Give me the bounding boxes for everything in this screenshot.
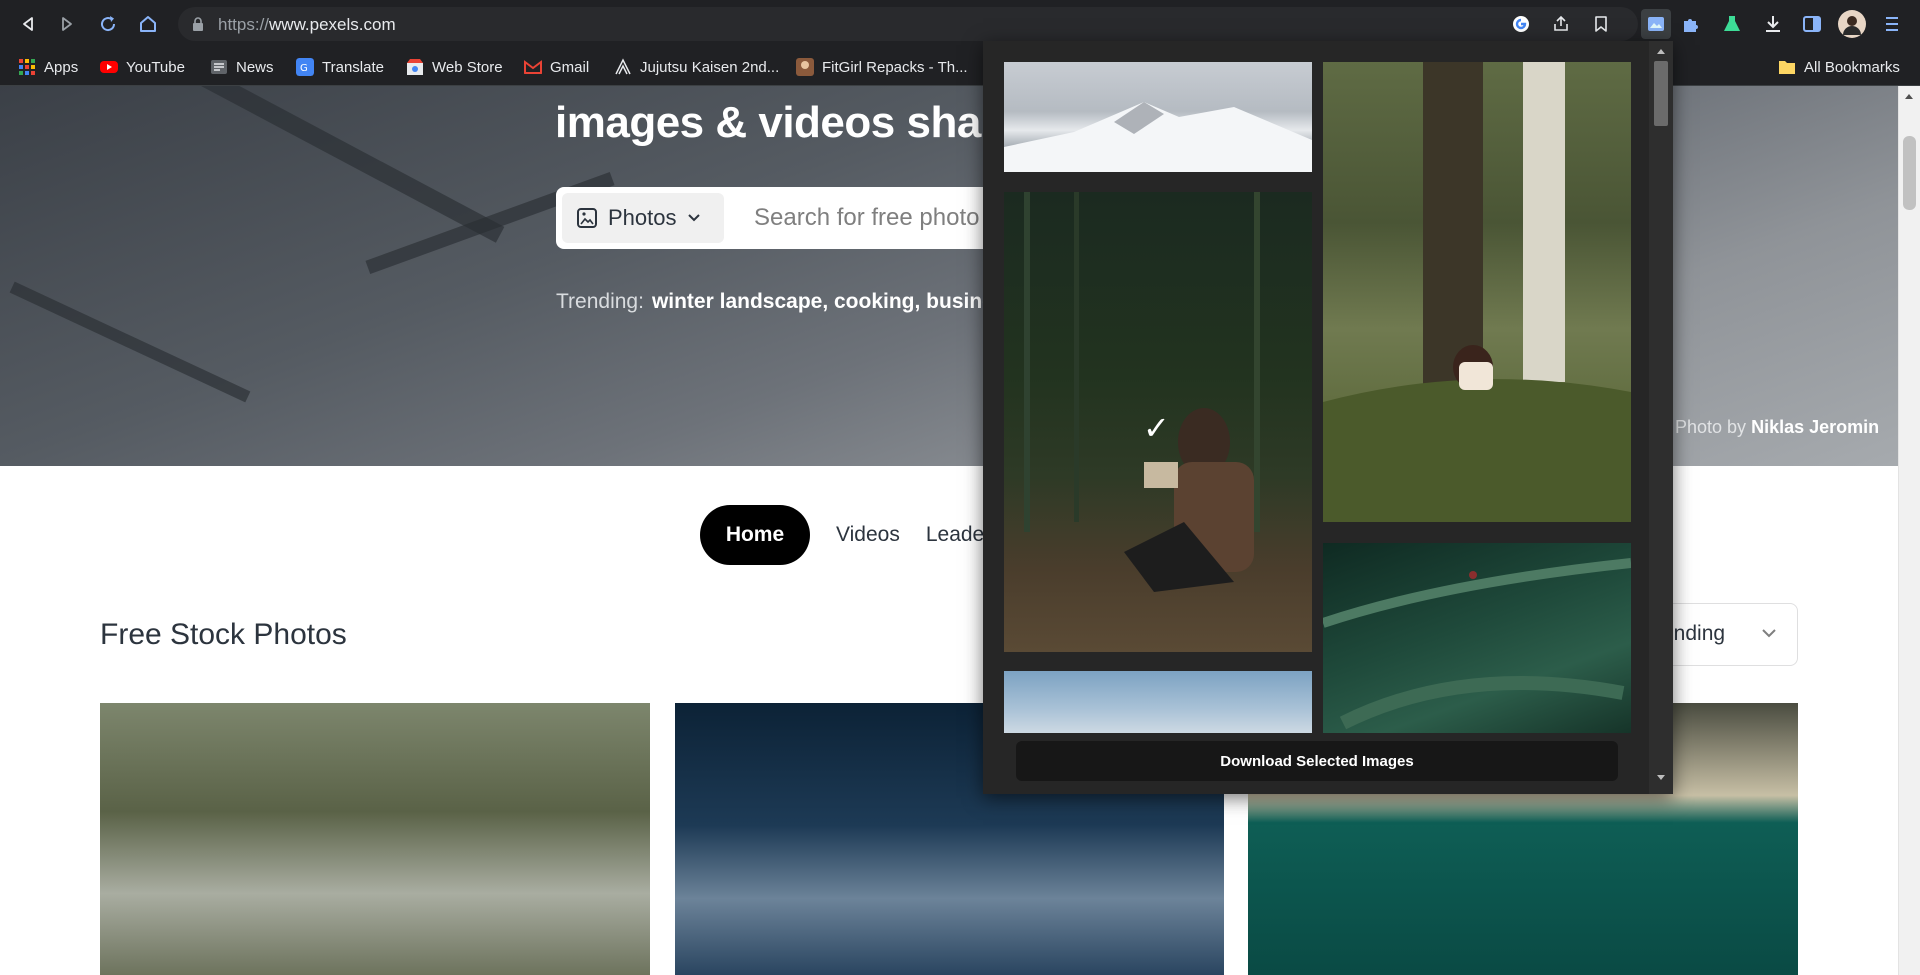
bookmark-label: FitGirl Repacks - Th... — [822, 58, 968, 76]
apps-grid-icon — [19, 59, 35, 75]
news-icon — [211, 60, 227, 74]
popup-image-snowy-mountain[interactable] — [1004, 62, 1312, 172]
photo-card[interactable] — [100, 703, 650, 975]
profile-avatar[interactable] — [1838, 10, 1866, 38]
hero-title: images & videos share — [555, 98, 1022, 147]
flask-icon — [1724, 16, 1740, 31]
downloads-button[interactable] — [1761, 12, 1785, 36]
menu-lines-icon — [1886, 17, 1898, 31]
chevron-down-icon — [1762, 629, 1776, 638]
svg-text:G: G — [300, 63, 308, 74]
pine-branch-shape — [1323, 558, 1631, 730]
search-type-dropdown[interactable]: Photos — [562, 193, 724, 243]
side-panel-icon — [1803, 16, 1821, 32]
bookmark-label: All Bookmarks — [1804, 58, 1900, 76]
tab-videos[interactable]: Videos — [836, 523, 900, 547]
download-icon — [1766, 16, 1780, 32]
side-panel-button[interactable] — [1800, 12, 1824, 36]
forward-arrow-icon — [62, 17, 72, 31]
avatar-icon — [1843, 16, 1861, 35]
popup-scroll-down-icon[interactable] — [1656, 774, 1666, 782]
bookmark-apps[interactable]: Apps — [18, 56, 78, 78]
bookmark-fitgirl[interactable]: FitGirl Repacks - Th... — [796, 56, 968, 78]
bookmark-label: Gmail — [550, 58, 590, 76]
tab-leaderboard[interactable]: Leade — [926, 523, 984, 547]
search-type-label: Photos — [608, 205, 677, 230]
bookmark-star-icon[interactable] — [1592, 15, 1610, 33]
bookmark-label: Web Store — [432, 58, 503, 76]
trending-line: Trending: winter landscape, cooking, busi… — [556, 290, 994, 314]
image-downloader-extension-button[interactable] — [1641, 9, 1671, 39]
tree-dog-shape — [1323, 62, 1631, 522]
youtube-icon — [100, 61, 118, 73]
reload-icon — [101, 16, 116, 32]
popup-image-sky[interactable] — [1004, 671, 1312, 733]
bookmark-label: News — [236, 58, 274, 76]
page-scrollbar-thumb[interactable] — [1903, 136, 1916, 210]
bookmark-label: Apps — [44, 58, 79, 76]
bookmark-gmail[interactable]: Gmail — [524, 56, 589, 78]
bookmark-jujutsu-kaisen[interactable]: Jujutsu Kaisen 2nd... — [614, 56, 779, 78]
translate-icon: G — [296, 58, 314, 76]
bookmark-translate[interactable]: G Translate — [296, 56, 384, 78]
home-button[interactable] — [136, 12, 160, 36]
trending-terms[interactable]: winter landscape, cooking, busine — [652, 290, 994, 313]
bookmark-label: Jujutsu Kaisen 2nd... — [640, 58, 780, 76]
scroll-up-arrow-icon[interactable] — [1904, 92, 1914, 100]
tab-home[interactable]: Home — [700, 505, 810, 565]
bookmark-news[interactable]: News — [210, 56, 274, 78]
fitgirl-icon — [796, 58, 814, 76]
download-selected-button[interactable]: Download Selected Images — [1016, 741, 1618, 781]
all-bookmarks-folder[interactable]: All Bookmarks — [1778, 56, 1900, 78]
share-icon[interactable] — [1552, 15, 1570, 33]
lock-icon — [193, 17, 203, 31]
image-icon — [577, 208, 597, 228]
section-title: Free Stock Photos — [100, 618, 347, 651]
popup-scrollbar[interactable] — [1649, 41, 1673, 794]
back-arrow-icon — [23, 17, 33, 31]
reload-button[interactable] — [96, 12, 120, 36]
selected-checkmark-icon: ✓ — [1143, 410, 1170, 446]
url-text: https://www.pexels.com — [218, 15, 396, 34]
mountain-ridge — [9, 281, 251, 403]
folder-icon — [1779, 61, 1795, 74]
home-icon — [140, 16, 156, 32]
content-tabs: Home Videos Leade — [700, 505, 984, 565]
forward-button[interactable] — [55, 12, 79, 36]
popup-scrollbar-thumb[interactable] — [1654, 61, 1668, 126]
puzzle-icon — [1684, 19, 1698, 32]
photo-credit[interactable]: Photo by Niklas Jeromin — [1675, 417, 1879, 438]
trending-label: Trending: — [556, 290, 644, 313]
gmail-icon — [524, 60, 542, 74]
address-bar[interactable]: https://www.pexels.com — [178, 7, 1638, 41]
jjk-icon — [615, 58, 631, 75]
image-downloader-popup: ✓ Download Selected Images — [983, 41, 1673, 794]
extensions-button[interactable] — [1679, 12, 1703, 36]
web-store-icon — [407, 59, 423, 75]
popup-image-dog-under-tree[interactable] — [1323, 62, 1631, 522]
bookmark-web-store[interactable]: Web Store — [406, 56, 503, 78]
popup-image-pine-branch[interactable] — [1323, 543, 1631, 733]
back-button[interactable] — [16, 12, 40, 36]
credit-prefix: Photo by — [1675, 417, 1747, 437]
mountain-shape — [1004, 102, 1312, 172]
mountain-ridge — [195, 86, 505, 243]
google-lens-icon[interactable] — [1512, 15, 1530, 33]
bookmark-label: Translate — [322, 58, 384, 76]
bookmark-youtube[interactable]: YouTube — [100, 56, 185, 78]
chrome-menu-button[interactable] — [1880, 12, 1904, 36]
popup-image-woman-reading[interactable]: ✓ — [1004, 192, 1312, 652]
chevron-down-icon — [687, 214, 700, 222]
labs-button[interactable] — [1720, 12, 1744, 36]
bookmark-label: YouTube — [126, 58, 185, 76]
page-scrollbar[interactable] — [1898, 86, 1920, 975]
popup-scroll-up-icon[interactable] — [1656, 47, 1666, 55]
image-downloader-icon — [1648, 17, 1664, 31]
credit-name[interactable]: Niklas Jeromin — [1751, 417, 1879, 437]
